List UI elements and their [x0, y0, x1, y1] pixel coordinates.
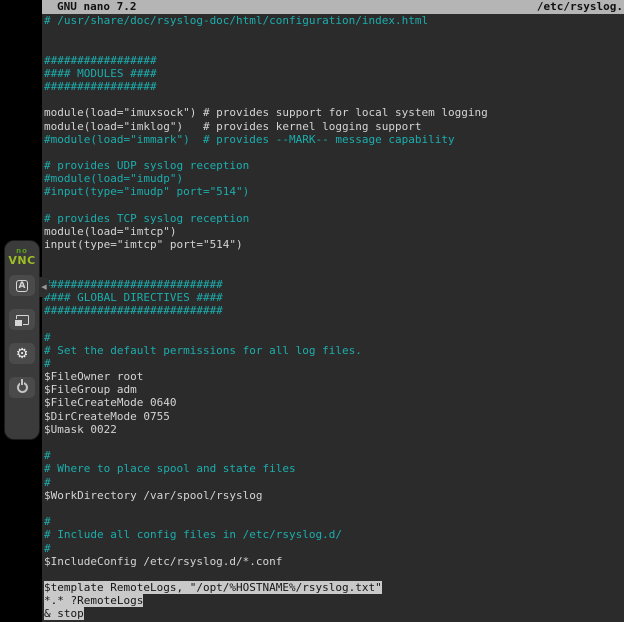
- terminal-line: module(load="imklog") # provides kernel …: [42, 120, 624, 133]
- keyboard-a-icon: A: [16, 280, 29, 292]
- terminal-line: $FileOwner root: [42, 370, 624, 383]
- terminal-line: $IncludeConfig /etc/rsyslog.d/*.conf: [42, 555, 624, 568]
- terminal-line: $DirCreateMode 0755: [42, 410, 624, 423]
- gear-icon: ⚙: [16, 347, 29, 361]
- terminal-line: [42, 502, 624, 515]
- terminal-line: [42, 199, 624, 212]
- terminal-line: #################: [42, 80, 624, 93]
- terminal-line: module(load="imtcp"): [42, 225, 624, 238]
- terminal-line: [42, 93, 624, 106]
- power-icon: [17, 382, 28, 393]
- nano-titlebar: GNU nano 7.2 /etc/rsyslog.: [42, 0, 624, 14]
- desktop: { "colors": { "terminal_bg": "#2b2b2b", …: [0, 0, 624, 622]
- terminal-line: $FileCreateMode 0640: [42, 396, 624, 409]
- novnc-logo: no VNC: [8, 248, 35, 266]
- terminal-line: $FileGroup adm: [42, 383, 624, 396]
- terminal-line: # /usr/share/doc/rsyslog-doc/html/config…: [42, 14, 624, 27]
- terminal-line: [42, 436, 624, 449]
- terminal-line: [42, 146, 624, 159]
- terminal-line: #input(type="imudp" port="514"): [42, 185, 624, 198]
- terminal-line: #: [42, 515, 624, 528]
- terminal-line: # Set the default permissions for all lo…: [42, 344, 624, 357]
- terminal-line: #: [42, 331, 624, 344]
- terminal-screen[interactable]: GNU nano 7.2 /etc/rsyslog. # /usr/share/…: [42, 0, 624, 622]
- power-button[interactable]: [9, 377, 35, 398]
- terminal-line: # provides TCP syslog reception: [42, 212, 624, 225]
- terminal-line: # Include all config files in /etc/rsysl…: [42, 528, 624, 541]
- settings-button[interactable]: ⚙: [9, 343, 35, 364]
- terminal-line: module(load="imuxsock") # provides suppo…: [42, 106, 624, 119]
- terminal-line: input(type="imtcp" port="514"): [42, 238, 624, 251]
- novnc-logo-vnc: VNC: [8, 255, 35, 266]
- terminal-line: [42, 568, 624, 581]
- terminal-line: [42, 251, 624, 264]
- terminal-line: #: [42, 357, 624, 370]
- terminal-line: ###########################: [42, 278, 624, 291]
- terminal-line: #################: [42, 54, 624, 67]
- terminal-line: ###########################: [42, 304, 624, 317]
- chevron-left-icon: ◀: [41, 283, 46, 291]
- terminal-line: [42, 27, 624, 40]
- terminal-line: # provides UDP syslog reception: [42, 159, 624, 172]
- terminal-line: #module(load="immark") # provides --MARK…: [42, 133, 624, 146]
- nano-filename: /etc/rsyslog.: [537, 0, 623, 14]
- terminal-line: & stop: [42, 607, 624, 620]
- extra-keys-button[interactable]: A: [9, 275, 35, 296]
- terminal-line: [42, 40, 624, 53]
- fullscreen-button[interactable]: [9, 309, 35, 330]
- terminal-line: #: [42, 476, 624, 489]
- terminal-line: [42, 317, 624, 330]
- novnc-control-bar: no VNC A ⚙: [5, 241, 39, 439]
- fullscreen-icon: [16, 315, 29, 325]
- terminal-line: $Umask 0022: [42, 423, 624, 436]
- terminal-line: #### GLOBAL DIRECTIVES ####: [42, 291, 624, 304]
- terminal-line: $template RemoteLogs, "/opt/%HOSTNAME%/r…: [42, 581, 624, 594]
- control-bar-handle[interactable]: ◀: [39, 277, 49, 297]
- terminal-line: #### MODULES ####: [42, 67, 624, 80]
- terminal-line: *.* ?RemoteLogs: [42, 594, 624, 607]
- terminal-line: #: [42, 542, 624, 555]
- terminal-line: [42, 265, 624, 278]
- terminal-line: $WorkDirectory /var/spool/rsyslog: [42, 489, 624, 502]
- nano-version-title: GNU nano 7.2: [57, 0, 136, 14]
- terminal-line: #module(load="imudp"): [42, 172, 624, 185]
- terminal-line: # Where to place spool and state files: [42, 462, 624, 475]
- terminal-line: #: [42, 449, 624, 462]
- nano-edit-area: # /usr/share/doc/rsyslog-doc/html/config…: [42, 14, 624, 621]
